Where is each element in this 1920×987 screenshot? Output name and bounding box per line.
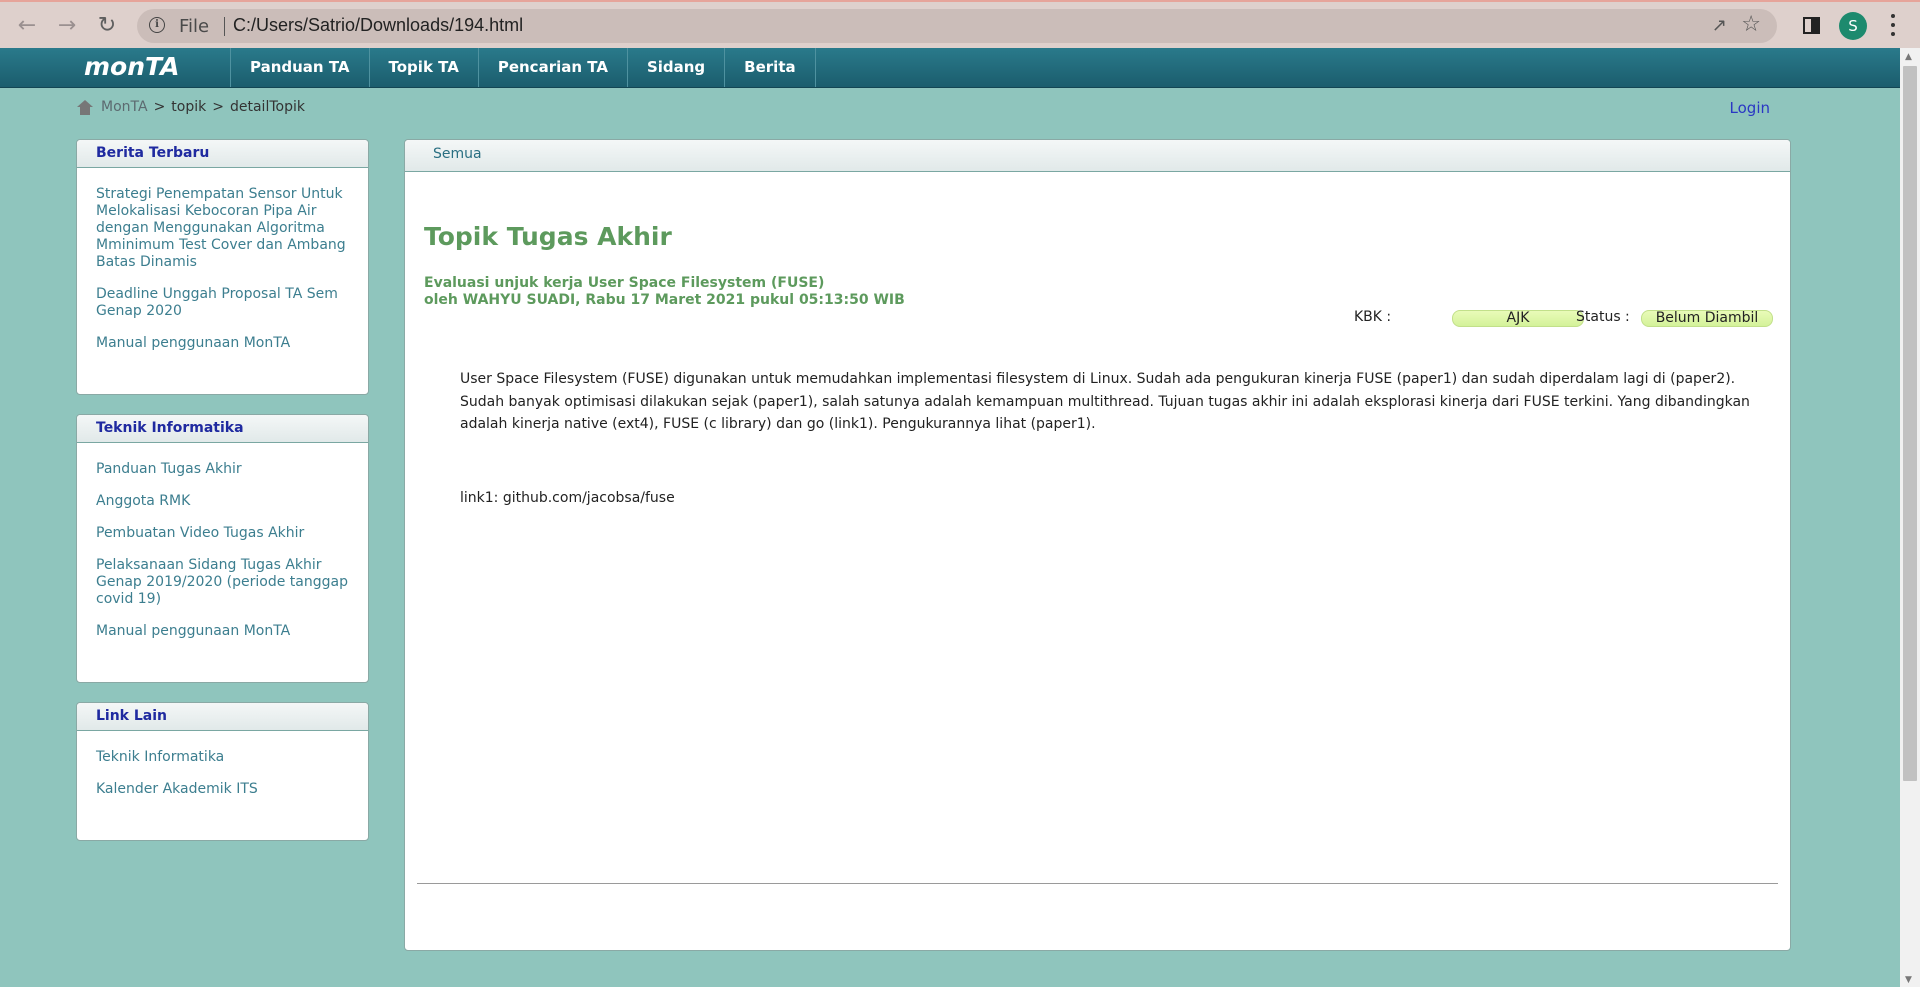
browser-toolbar: ← → ↻ i File C:/Users/Satrio/Downloads/1… <box>0 0 1920 48</box>
teknik-informatika-box: Teknik Informatika Panduan Tugas Akhir A… <box>76 414 369 683</box>
main-menu: Panduan TA Topik TA Pencarian TA Sidang … <box>230 48 816 87</box>
star-icon[interactable]: ☆ <box>1741 12 1761 37</box>
status-label: Status : <box>1576 309 1630 325</box>
side-panel-icon[interactable] <box>1803 17 1820 34</box>
breadcrumb-detail-topik: detailTopik <box>229 99 305 115</box>
topic-detail-panel: Semua Topik Tugas Akhir Evaluasi unjuk k… <box>404 139 1791 951</box>
site-navbar: monTA Panduan TA Topik TA Pencarian TA S… <box>0 48 1900 88</box>
scheme-label: File <box>179 16 210 37</box>
berita-terbaru-box: Berita Terbaru Strategi Penempatan Senso… <box>76 139 369 395</box>
berita-terbaru-title: Berita Terbaru <box>77 140 368 168</box>
menu-item-sidang[interactable]: Sidang <box>626 48 724 87</box>
breadcrumb-separator: > <box>153 99 166 115</box>
profile-avatar[interactable]: S <box>1839 12 1867 40</box>
share-icon[interactable]: ↗ <box>1712 15 1727 36</box>
scroll-down-icon[interactable]: ▼ <box>1905 975 1912 985</box>
reload-icon[interactable]: ↻ <box>94 12 120 38</box>
link-lain-link[interactable]: Kalender Akademik ITS <box>96 781 349 798</box>
teknik-informatika-title: Teknik Informatika <box>77 415 368 443</box>
berita-link[interactable]: Deadline Unggah Proposal TA Sem Genap 20… <box>96 286 349 320</box>
tab-semua[interactable]: Semua <box>433 146 482 162</box>
berita-link[interactable]: Manual penggunaan MonTA <box>96 335 349 352</box>
back-icon[interactable]: ← <box>14 12 40 38</box>
teknik-link[interactable]: Manual penggunaan MonTA <box>96 623 349 640</box>
tab-bar: Semua <box>405 140 1790 172</box>
topic-description: User Space Filesystem (FUSE) digunakan u… <box>460 371 1750 432</box>
breadcrumb-separator: > <box>212 99 224 115</box>
teknik-link[interactable]: Panduan Tugas Akhir <box>96 461 349 478</box>
kbk-label: KBK : <box>1354 309 1392 325</box>
divider <box>417 883 1778 884</box>
login-link[interactable]: Login <box>1730 99 1770 117</box>
scrollbar-thumb[interactable] <box>1903 66 1917 781</box>
address-bar[interactable]: i File C:/Users/Satrio/Downloads/194.htm… <box>137 9 1777 43</box>
info-icon[interactable]: i <box>149 17 165 33</box>
menu-item-berita[interactable]: Berita <box>724 48 816 87</box>
breadcrumb-topik[interactable]: topik <box>171 99 206 115</box>
teknik-link[interactable]: Pelaksanaan Sidang Tugas Akhir Genap 201… <box>96 557 349 608</box>
kbk-badge: AJK <box>1452 310 1584 327</box>
topic-meta: oleh WAHYU SUADI, Rabu 17 Maret 2021 puk… <box>424 292 905 308</box>
status-badge: Belum Diambil <box>1641 310 1773 327</box>
scroll-up-icon[interactable]: ▲ <box>1905 52 1912 62</box>
menu-item-topik-ta[interactable]: Topik TA <box>368 48 478 87</box>
teknik-link[interactable]: Anggota RMK <box>96 493 349 510</box>
berita-link[interactable]: Strategi Penempatan Sensor Untuk Melokal… <box>96 186 349 271</box>
link-lain-link[interactable]: Teknik Informatika <box>96 749 349 766</box>
forward-icon[interactable]: → <box>54 12 80 38</box>
url-text[interactable]: C:/Users/Satrio/Downloads/194.html <box>225 15 523 36</box>
link-lain-title: Link Lain <box>77 703 368 731</box>
breadcrumb-home[interactable]: MonTA <box>101 99 148 115</box>
menu-item-panduan-ta[interactable]: Panduan TA <box>230 48 369 87</box>
home-icon <box>77 99 93 115</box>
topic-title: Evaluasi unjuk kerja User Space Filesyst… <box>424 275 825 291</box>
page-title: Topik Tugas Akhir <box>424 222 672 251</box>
menu-item-pencarian-ta[interactable]: Pencarian TA <box>477 48 627 87</box>
link-lain-box: Link Lain Teknik Informatika Kalender Ak… <box>76 702 369 841</box>
site-logo[interactable]: monTA <box>84 52 179 81</box>
menu-icon[interactable] <box>1890 14 1896 36</box>
breadcrumb: MonTA > topik > detailTopik <box>77 99 305 115</box>
topic-link: link1: github.com/jacobsa/fuse <box>460 490 675 506</box>
teknik-link[interactable]: Pembuatan Video Tugas Akhir <box>96 525 349 542</box>
